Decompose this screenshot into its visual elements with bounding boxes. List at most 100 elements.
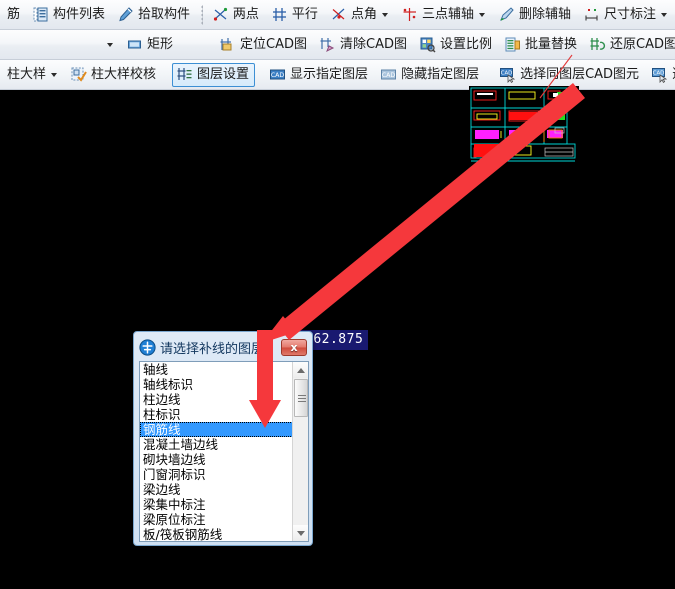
- list-item[interactable]: 梁边线: [140, 482, 293, 497]
- toolbar-label-restore-cad-entity: 还原CAD图元: [610, 37, 675, 52]
- cad-select-same-color-icon: CAD: [651, 66, 668, 83]
- svg-text:CAD: CAD: [271, 72, 285, 79]
- scroll-up-button[interactable]: [293, 362, 308, 378]
- rectangle-icon: [126, 36, 143, 53]
- toolbar-label-select-same-color: 选择同颜色CAD: [670, 68, 675, 81]
- cad-show-layer-icon: CAD: [269, 66, 286, 83]
- toolbar-item-select-same-layer[interactable]: CAD 选择同图层CAD图元: [495, 63, 645, 87]
- layer-list-items: 轴线 轴线标识 柱边线 柱标识 钢筋线 混凝土墙边线 砌块墙边线 门窗洞标识 梁边线 梁集中标注梁…: [140, 362, 293, 541]
- toolbar-item-parallel[interactable]: 平行: [267, 3, 324, 27]
- toolbar-label-locate-cad: 定位CAD图: [240, 37, 307, 52]
- toolbar-cad-tools: 矩形 定位CAD图 清除CAD图 设置比例 批量替换 还原CAD: [0, 30, 675, 60]
- select-layer-dialog: 请选择补线的图层 x 轴线 轴线标识 柱边线 柱标识 钢筋线 混凝土墙边线 砌块墙边线 门窗洞…: [133, 331, 313, 546]
- scrollbar-grip-icon: [298, 395, 306, 402]
- toolbar-item-component-list[interactable]: 构件列表: [28, 3, 111, 27]
- svg-text:CAD: CAD: [501, 71, 513, 77]
- toolbar-item-shape-dropdown[interactable]: [100, 33, 120, 57]
- list-item[interactable]: 柱边线: [140, 392, 293, 407]
- toolbar-item-batch-replace[interactable]: 批量替换: [500, 33, 583, 57]
- toolbar-label-two-point: 两点: [232, 7, 259, 22]
- glodon-logo-icon: [139, 338, 156, 356]
- three-point-aux-axis-icon: [401, 6, 418, 23]
- close-icon[interactable]: x: [281, 338, 307, 356]
- list-item[interactable]: 板/筏板钢筋线: [140, 527, 293, 541]
- toolbar-label-column-detail-check: 柱大样校核: [91, 67, 157, 82]
- toolbar-item-rectangle[interactable]: 矩形: [122, 33, 179, 57]
- toolbar-label-layer-settings: 图层设置: [197, 67, 250, 82]
- list-item[interactable]: 门窗洞标识: [140, 467, 293, 482]
- toolbar-item-layer-settings[interactable]: 图层设置: [172, 62, 256, 87]
- listbox-scrollbar[interactable]: [292, 362, 308, 541]
- dimension-annotation-icon: [583, 6, 600, 23]
- delete-aux-axis-icon: [498, 6, 515, 23]
- toolbar-item-restore-cad-entity[interactable]: 还原CAD图元: [585, 33, 675, 57]
- two-point-axis-icon: [212, 6, 229, 23]
- chevron-down-icon[interactable]: [107, 42, 113, 47]
- cad-select-same-layer-icon: CAD: [499, 66, 516, 83]
- list-item[interactable]: 梁原位标注: [140, 512, 293, 527]
- locate-cad-icon: [219, 36, 236, 53]
- chevron-down-icon[interactable]: [478, 12, 485, 17]
- caret-up-icon: [297, 367, 305, 373]
- list-item[interactable]: 钢筋线: [140, 422, 293, 437]
- toolbar-label-set-scale: 设置比例: [439, 37, 492, 52]
- toolbar-item-two-point[interactable]: 两点: [208, 3, 265, 27]
- toolbar-label-pick-component: 拾取构件: [138, 7, 191, 22]
- toolbar-item-dimension-annotation[interactable]: 尺寸标注: [579, 3, 674, 27]
- toolbar-separator: [201, 4, 203, 25]
- toolbar-label-select-same-layer: 选择同图层CAD图元: [520, 67, 640, 82]
- chevron-down-icon[interactable]: [661, 12, 667, 17]
- list-item[interactable]: 轴线: [140, 362, 293, 377]
- list-item[interactable]: 轴线标识: [140, 377, 293, 392]
- parallel-axis-icon: [271, 6, 288, 23]
- dialog-title: 请选择补线的图层: [160, 341, 265, 357]
- cad-drawing-thumbnail[interactable]: [469, 86, 579, 167]
- list-item[interactable]: 柱标识: [140, 407, 293, 422]
- toolbar-label-three-point-aux-axis: 三点辅轴: [421, 7, 474, 22]
- toolbar-label-rectangle: 矩形: [147, 37, 174, 52]
- toolbar-item-locate-cad[interactable]: 定位CAD图: [215, 33, 313, 57]
- scroll-down-button[interactable]: [293, 525, 308, 541]
- svg-text:CAD: CAD: [382, 72, 396, 79]
- chevron-down-icon[interactable]: [51, 72, 58, 77]
- toolbar-item-point-angle[interactable]: 点角: [326, 3, 395, 27]
- clear-cad-icon: [319, 36, 336, 53]
- toolbar-item-select-same-color[interactable]: CAD 选择同颜色CAD: [647, 63, 675, 87]
- list-item[interactable]: 梁集中标注: [140, 497, 293, 512]
- component-list-icon: [32, 6, 49, 23]
- chevron-down-icon[interactable]: [381, 12, 388, 17]
- toolbar-item-column-detail[interactable]: 柱大样: [1, 63, 64, 87]
- dialog-titlebar[interactable]: 请选择补线的图层 x: [137, 335, 309, 359]
- toolbar-item-show-layer[interactable]: CAD 显示指定图层: [265, 63, 374, 87]
- set-scale-icon: [419, 36, 436, 53]
- toolbar-item-rebar[interactable]: 筋: [1, 3, 26, 27]
- svg-text:CAD: CAD: [653, 71, 665, 77]
- toolbar-label-dimension-annotation: 尺寸标注: [603, 7, 656, 22]
- column-detail-check-icon: [70, 66, 87, 83]
- layer-settings-icon: [176, 66, 193, 83]
- batch-replace-icon: [504, 36, 521, 53]
- toolbar-item-hide-layer[interactable]: CAD 隐藏指定图层: [376, 63, 485, 87]
- caret-down-icon: [297, 530, 305, 536]
- scrollbar-thumb[interactable]: [294, 379, 308, 417]
- application-window: 筋 构件列表 拾取构件 两点 平行 点角 三点辅轴 删除辅轴 尺寸标注 矩形 定…: [0, 0, 675, 589]
- toolbar-item-delete-aux-axis[interactable]: 删除辅轴: [494, 3, 577, 27]
- toolbar-label-parallel: 平行: [291, 7, 318, 22]
- restore-cad-entity-icon: [589, 36, 606, 53]
- list-item[interactable]: 砌块墙边线: [140, 452, 293, 467]
- point-angle-icon: [330, 6, 347, 23]
- pick-component-icon: [117, 6, 134, 23]
- toolbar-label-delete-aux-axis: 删除辅轴: [518, 7, 571, 22]
- toolbar-item-column-detail-check[interactable]: 柱大样校核: [66, 63, 162, 87]
- cad-hide-layer-icon: CAD: [380, 66, 397, 83]
- list-item[interactable]: 混凝土墙边线: [140, 437, 293, 452]
- toolbar-item-set-scale[interactable]: 设置比例: [415, 33, 498, 57]
- toolbar-item-clear-cad[interactable]: 清除CAD图: [315, 33, 413, 57]
- toolbar-label-point-angle: 点角: [350, 7, 377, 22]
- layer-listbox[interactable]: 轴线 轴线标识 柱边线 柱标识 钢筋线 混凝土墙边线 砌块墙边线 门窗洞标识 梁边线 梁集中标注梁…: [139, 361, 309, 542]
- toolbar-item-pick-component[interactable]: 拾取构件: [113, 3, 196, 27]
- toolbar-item-three-point-aux-axis[interactable]: 三点辅轴: [397, 3, 492, 27]
- toolbar-label-column-detail: 柱大样: [7, 67, 47, 82]
- toolbar-structure-tools: 筋 构件列表 拾取构件 两点 平行 点角 三点辅轴 删除辅轴 尺寸标注: [0, 0, 675, 30]
- toolbar-label-show-layer: 显示指定图层: [290, 67, 369, 82]
